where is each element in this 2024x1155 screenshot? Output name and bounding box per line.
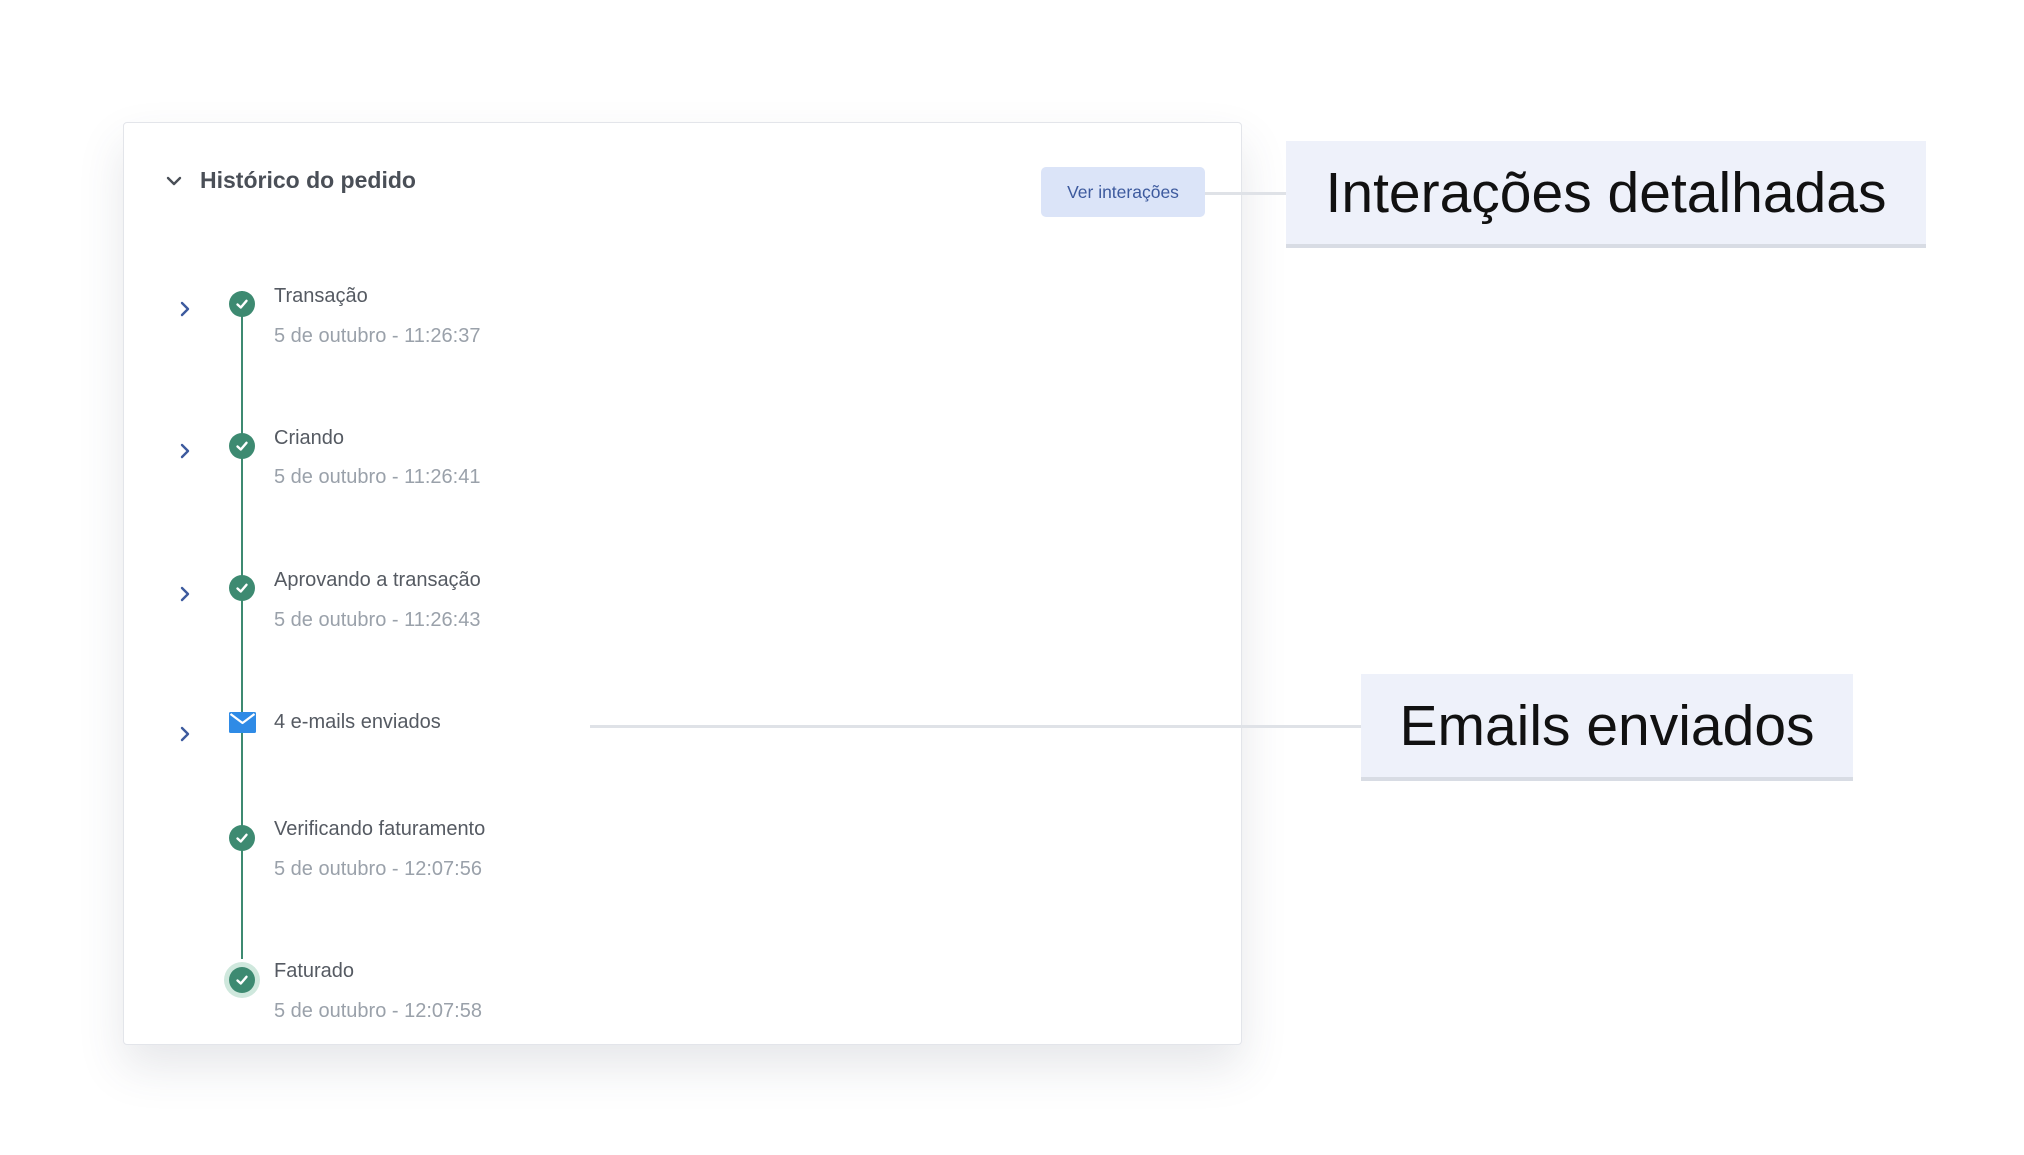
check-circle-icon bbox=[229, 433, 255, 459]
mail-icon bbox=[229, 712, 256, 733]
callout-connector-interactions bbox=[1205, 192, 1286, 195]
order-timeline: Transação 5 de outubro - 11:26:37 Criand… bbox=[124, 123, 1241, 1044]
event-date: 5 de outubro - 12:07:58 bbox=[274, 1000, 482, 1022]
chevron-right-icon[interactable] bbox=[174, 583, 196, 605]
event-date: 5 de outubro - 12:07:56 bbox=[274, 858, 482, 880]
timeline-event-transacao: Transação 5 de outubro - 11:26:37 bbox=[124, 273, 1024, 347]
event-title: 4 e-mails enviados bbox=[274, 711, 441, 733]
order-history-card: Histórico do pedido Ver interações Trans… bbox=[123, 122, 1242, 1045]
event-date: 5 de outubro - 11:26:37 bbox=[274, 325, 481, 347]
timeline-event-faturado: Faturado 5 de outubro - 12:07:58 bbox=[124, 949, 1024, 1022]
callout-emails: Emails enviados bbox=[1361, 674, 1853, 781]
event-title: Verificando faturamento bbox=[274, 818, 486, 840]
event-title: Criando bbox=[274, 427, 345, 449]
timeline-event-criando: Criando 5 de outubro - 11:26:41 bbox=[124, 415, 1024, 488]
chevron-right-icon[interactable] bbox=[174, 723, 196, 745]
chevron-right-icon[interactable] bbox=[174, 298, 196, 320]
callout-interactions: Interações detalhadas bbox=[1286, 141, 1926, 248]
timeline-event-verificando: Verificando faturamento 5 de outubro - 1… bbox=[124, 808, 1024, 880]
check-circle-icon bbox=[229, 825, 255, 851]
event-title: Aprovando a transação bbox=[274, 569, 481, 591]
chevron-right-icon[interactable] bbox=[174, 440, 196, 462]
check-circle-icon bbox=[229, 291, 255, 317]
event-date: 5 de outubro - 11:26:43 bbox=[274, 609, 481, 631]
check-circle-icon bbox=[229, 967, 255, 993]
check-circle-icon bbox=[229, 575, 255, 601]
timeline-event-emails: 4 e-mails enviados bbox=[124, 704, 1024, 774]
event-title: Transação bbox=[274, 285, 368, 307]
callout-connector-emails bbox=[590, 725, 1361, 728]
event-date: 5 de outubro - 11:26:41 bbox=[274, 466, 481, 488]
timeline-event-aprovando: Aprovando a transação 5 de outubro - 11:… bbox=[124, 558, 1024, 631]
event-title: Faturado bbox=[274, 960, 355, 982]
